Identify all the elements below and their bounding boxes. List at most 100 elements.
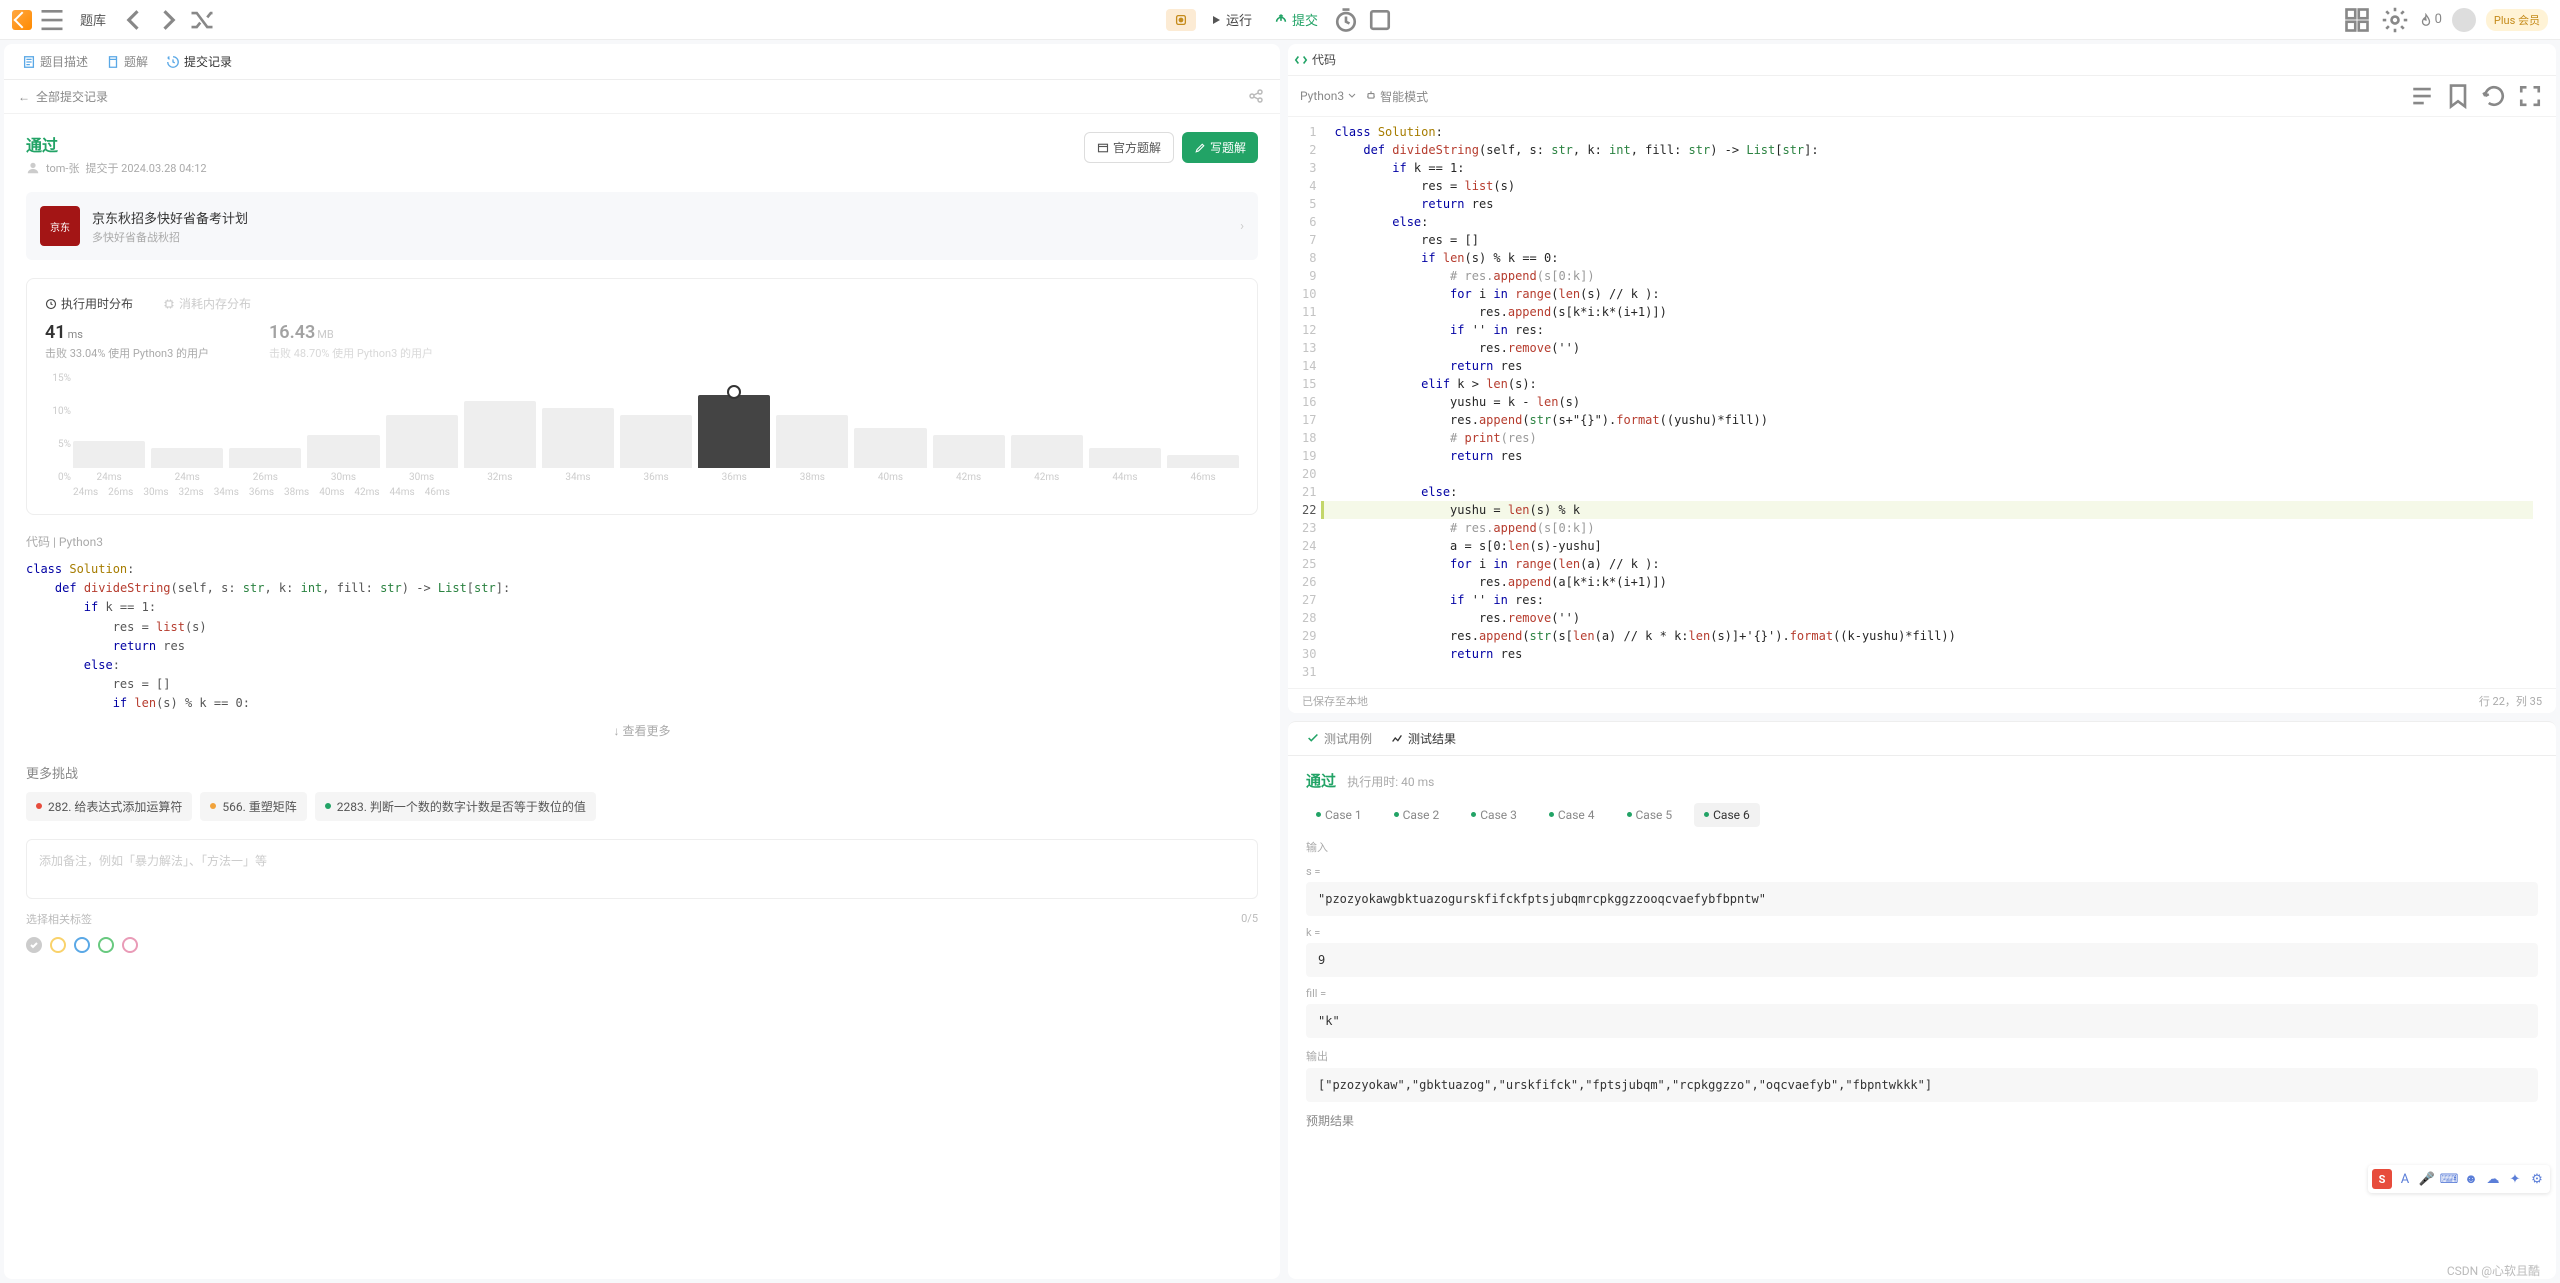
- avatar[interactable]: [2452, 8, 2476, 32]
- next-problem-icon[interactable]: [154, 6, 182, 34]
- case-tab[interactable]: Case 4: [1539, 803, 1605, 827]
- ime-letter-icon[interactable]: A: [2396, 1170, 2414, 1188]
- runtime-tab[interactable]: 执行用时分布: [45, 295, 133, 312]
- layout-icon[interactable]: [2343, 6, 2371, 34]
- prev-problem-icon[interactable]: [120, 6, 148, 34]
- output-value[interactable]: ["pzozyokaw","gbktuazog","urskfifck","fp…: [1306, 1068, 2538, 1102]
- output-label: 输出: [1306, 1048, 2538, 1064]
- chart-bar[interactable]: [854, 428, 926, 468]
- chart-bar[interactable]: [386, 415, 458, 468]
- case-tab[interactable]: Case 2: [1384, 803, 1450, 827]
- cursor-position: 行 22，列 35: [2479, 693, 2542, 709]
- tab-test-results[interactable]: 测试结果: [1382, 726, 1464, 751]
- chart-bar[interactable]: [776, 415, 848, 468]
- fullscreen-icon[interactable]: [2516, 82, 2544, 110]
- problem-list-label[interactable]: 题库: [72, 6, 114, 33]
- username[interactable]: tom-张: [46, 160, 79, 176]
- smart-mode[interactable]: 智能模式: [1365, 88, 1428, 105]
- chart-bar[interactable]: [1167, 455, 1239, 468]
- ime-mic-icon[interactable]: 🎤: [2418, 1170, 2436, 1188]
- chart-bar[interactable]: [1011, 435, 1083, 468]
- code-tab-label[interactable]: 代码: [1312, 51, 1336, 68]
- expected-label[interactable]: 预期结果: [1306, 1112, 2538, 1129]
- ime-gear-icon[interactable]: ⚙: [2528, 1170, 2546, 1188]
- case-tab[interactable]: Case 3: [1461, 803, 1527, 827]
- format-icon[interactable]: [2408, 82, 2436, 110]
- tags-placeholder[interactable]: 选择相关标签: [26, 911, 92, 927]
- stats-card: 执行用时分布 消耗内存分布 41ms 击败 33.04% 使用 Python3 …: [26, 278, 1258, 515]
- logo-icon[interactable]: [12, 10, 32, 30]
- write-solution-button[interactable]: 写题解: [1182, 132, 1258, 163]
- chevron-right-icon: ›: [1240, 219, 1244, 234]
- plus-badge[interactable]: Plus 会员: [2486, 9, 2548, 31]
- challenge-chip[interactable]: 282. 给表达式添加运算符: [26, 792, 192, 821]
- settings-icon[interactable]: [2381, 6, 2409, 34]
- submit-button[interactable]: 提交: [1266, 6, 1326, 33]
- k-value[interactable]: 9: [1306, 943, 2538, 977]
- bookmark-icon[interactable]: [2444, 82, 2472, 110]
- chart-bar[interactable]: [73, 441, 145, 468]
- submitted-code: class Solution: def divideString(self, s…: [26, 560, 1258, 714]
- challenge-chip[interactable]: 2283. 判断一个数的数字计数是否等于数位的值: [315, 792, 596, 821]
- shuffle-icon[interactable]: [188, 6, 216, 34]
- ime-toolbar[interactable]: S A 🎤 ⌨ ☻ ☁ ✦ ⚙: [2368, 1165, 2550, 1193]
- case-tab[interactable]: Case 5: [1617, 803, 1683, 827]
- case-tab[interactable]: Case 1: [1306, 803, 1372, 827]
- chart-bar[interactable]: [464, 401, 536, 468]
- chart-bar[interactable]: [620, 415, 692, 468]
- run-button[interactable]: 运行: [1202, 6, 1260, 33]
- ime-emoji-icon[interactable]: ☻: [2462, 1170, 2480, 1188]
- notes-icon[interactable]: [1366, 6, 1394, 34]
- back-arrow-icon[interactable]: ←: [18, 90, 30, 104]
- color-swatch[interactable]: [50, 937, 66, 953]
- promo-subtitle: 多快好省备战秋招: [92, 229, 248, 245]
- s-value[interactable]: "pzozyokawgbktuazogurskfifckfptsjubqmrcp…: [1306, 882, 2538, 916]
- chart-bar[interactable]: [1089, 448, 1161, 468]
- back-label[interactable]: 全部提交记录: [36, 88, 108, 105]
- problem-list-icon[interactable]: [38, 6, 66, 34]
- challenge-chip[interactable]: 566. 重塑矩阵: [200, 792, 306, 821]
- test-result-time: 执行用时: 40 ms: [1347, 775, 1434, 789]
- chart-bar[interactable]: [698, 395, 770, 468]
- tab-test-cases[interactable]: 测试用例: [1298, 726, 1380, 751]
- back-row: ← 全部提交记录: [4, 80, 1280, 114]
- tab-description[interactable]: 题目描述: [14, 49, 96, 74]
- challenge-list: 282. 给表达式添加运算符 566. 重塑矩阵 2283. 判断一个数的数字计数是…: [26, 792, 1258, 821]
- more-challenges-title: 更多挑战: [26, 763, 1258, 782]
- ime-cloud-icon[interactable]: ☁: [2484, 1170, 2502, 1188]
- language-selector[interactable]: Python3: [1300, 89, 1357, 103]
- left-pane: 题目描述 题解 提交记录 ← 全部提交记录 通过 tom-张 提交于 2024.…: [4, 44, 1280, 1279]
- timer-icon[interactable]: [1332, 6, 1360, 34]
- promo-image: 京东: [40, 206, 80, 246]
- chart-bar[interactable]: [229, 448, 301, 468]
- color-swatch[interactable]: [26, 937, 42, 953]
- expand-code[interactable]: ↓ 查看更多: [26, 714, 1258, 747]
- autosave-status: 已保存至本地: [1302, 693, 1368, 709]
- ime-tool-icon[interactable]: ✦: [2506, 1170, 2524, 1188]
- case-tab[interactable]: Case 6: [1694, 803, 1760, 827]
- submit-time: 提交于 2024.03.28 04:12: [85, 160, 206, 176]
- input-label: 输入: [1306, 839, 2538, 855]
- color-swatch[interactable]: [74, 937, 90, 953]
- debug-button[interactable]: [1166, 9, 1196, 31]
- color-swatch[interactable]: [98, 937, 114, 953]
- share-icon[interactable]: [1248, 88, 1264, 108]
- code-editor[interactable]: 1234567891011121314151617181920212223242…: [1288, 117, 2556, 688]
- memory-desc: 击败 48.70% 使用 Python3 的用户: [269, 345, 433, 361]
- chart-bar[interactable]: [151, 448, 223, 468]
- tab-submissions[interactable]: 提交记录: [158, 49, 240, 74]
- ime-keyboard-icon[interactable]: ⌨: [2440, 1170, 2458, 1188]
- fill-value[interactable]: "k": [1306, 1004, 2538, 1038]
- color-swatch[interactable]: [122, 937, 138, 953]
- memory-tab[interactable]: 消耗内存分布: [163, 295, 251, 312]
- reset-icon[interactable]: [2480, 82, 2508, 110]
- tab-solution[interactable]: 题解: [98, 49, 156, 74]
- notes-input[interactable]: 添加备注，例如「暴力解法」、「方法一」等: [26, 839, 1258, 899]
- chart-bar[interactable]: [307, 435, 379, 468]
- chart-bar[interactable]: [542, 408, 614, 468]
- promo-card[interactable]: 京东 京东秋招多快好省备考计划 多快好省备战秋招 ›: [26, 192, 1258, 260]
- official-solution-button[interactable]: 官方题解: [1084, 132, 1174, 163]
- color-palette: [26, 937, 1258, 953]
- chart-bar[interactable]: [933, 435, 1005, 468]
- streak-counter[interactable]: 0: [2419, 12, 2442, 27]
